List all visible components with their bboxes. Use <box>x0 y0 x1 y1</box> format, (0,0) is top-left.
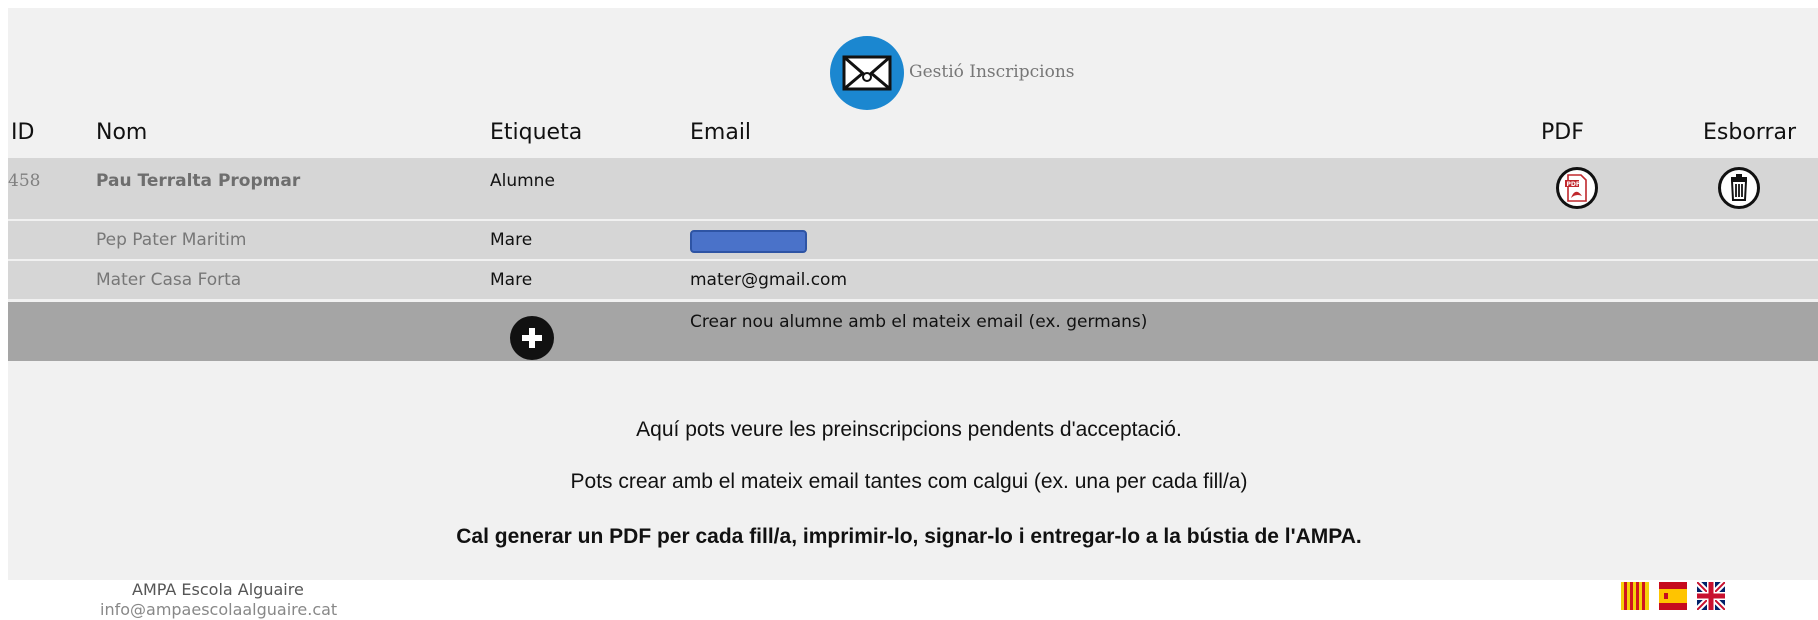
uk-flag-icon[interactable] <box>1697 582 1725 610</box>
row-etiqueta: Alumne <box>490 171 555 191</box>
row-email: mater@gmail.com <box>690 270 848 290</box>
column-header-nom: Nom <box>96 120 148 145</box>
info-line-1: Aquí pots veure les preinscripcions pend… <box>636 418 1182 441</box>
column-header-id: ID <box>11 120 35 145</box>
column-header-esborrar: Esborrar <box>1703 120 1797 145</box>
add-student-label: Crear nou alumne amb el mateix email (ex… <box>690 312 1148 332</box>
table-row: 458 Pau Terralta Propmar Alumne PDF <box>8 158 1818 219</box>
column-header-email: Email <box>690 120 752 145</box>
add-student-row: Crear nou alumne amb el mateix email (ex… <box>8 302 1818 361</box>
table-row: Pep Pater Maritim Mare <box>8 221 1818 259</box>
pdf-icon[interactable]: PDF <box>1556 167 1598 209</box>
footer-email[interactable]: info@ampaescolaalguaire.cat <box>100 600 337 619</box>
page-header: Gestió Inscripcions <box>8 36 1818 116</box>
svg-text:PDF: PDF <box>1567 181 1580 188</box>
row-etiqueta: Mare <box>490 230 533 250</box>
column-header-pdf: PDF <box>1541 120 1584 145</box>
redacted-email <box>690 230 807 253</box>
row-id: 458 <box>8 171 41 191</box>
table-row: Mater Casa Forta Mare mater@gmail.com <box>8 261 1818 299</box>
row-nom: Mater Casa Forta <box>96 270 242 290</box>
column-header-etiqueta: Etiqueta <box>490 120 583 145</box>
envelope-icon <box>830 36 904 110</box>
info-line-2: Pots crear amb el mateix email tantes co… <box>570 470 1248 493</box>
main-panel: Gestió Inscripcions ID Nom Etiqueta Emai… <box>8 8 1818 580</box>
trash-icon[interactable] <box>1718 167 1760 209</box>
info-line-3: Cal generar un PDF per cada fill/a, impr… <box>456 525 1362 548</box>
row-nom: Pep Pater Maritim <box>96 230 247 250</box>
catalan-flag-icon[interactable] <box>1621 582 1649 610</box>
footer-org-name: AMPA Escola Alguaire <box>132 580 304 599</box>
row-etiqueta: Mare <box>490 270 533 290</box>
spanish-flag-icon[interactable] <box>1659 582 1687 610</box>
row-nom: Pau Terralta Propmar <box>96 171 301 191</box>
page-title: Gestió Inscripcions <box>909 62 1075 82</box>
plus-circle-icon[interactable] <box>510 316 554 360</box>
